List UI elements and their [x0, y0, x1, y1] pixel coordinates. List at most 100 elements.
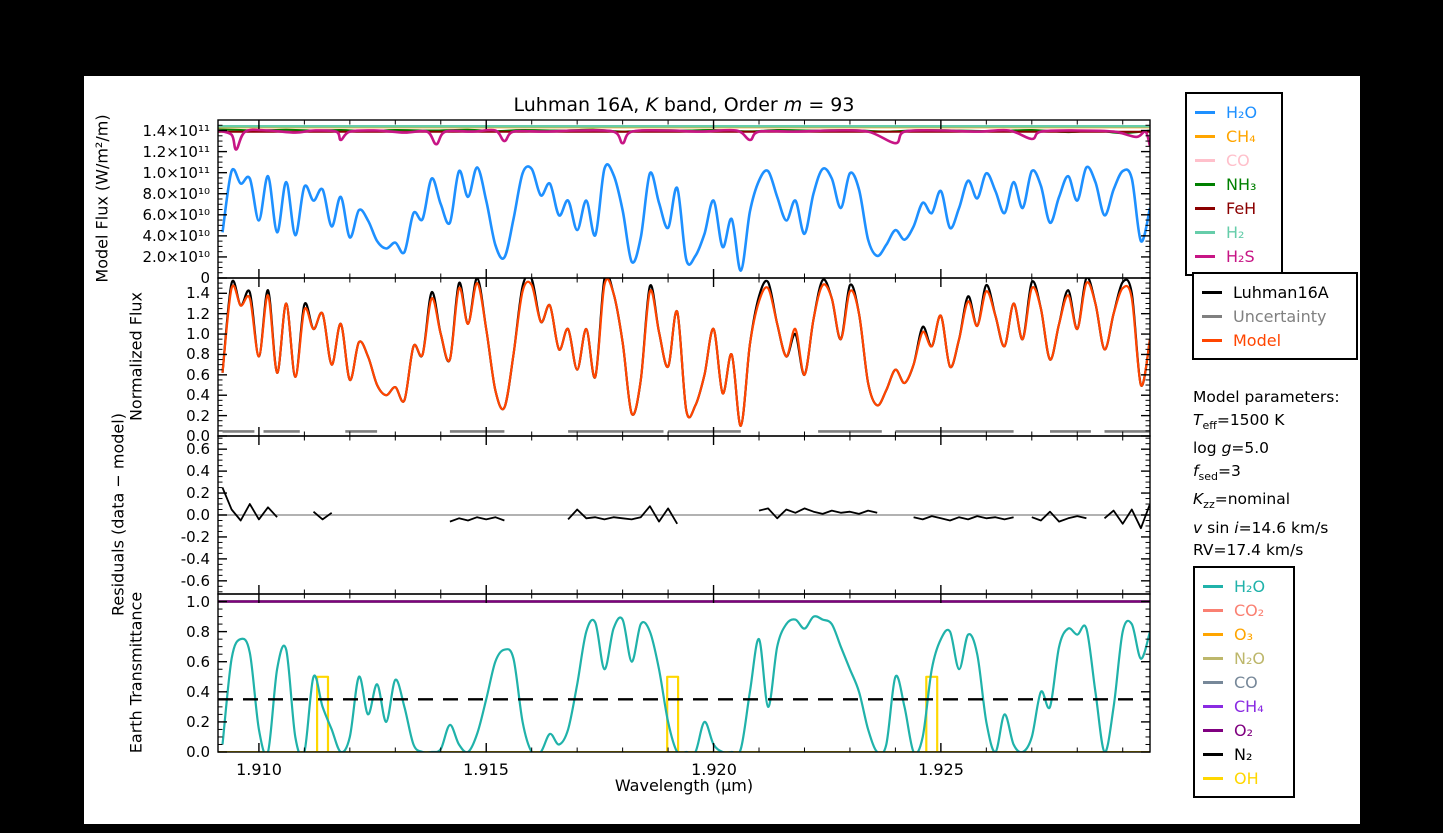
params-vsini: v sin i=14.6 km/s [1193, 518, 1329, 537]
legend-label: Luhman16A [1233, 282, 1329, 302]
legend-label: O₂ [1234, 720, 1254, 740]
ytick-label-model-flux: 1.0×10¹¹ [142, 164, 210, 182]
ytick-label-residuals: 0.2 [186, 484, 210, 502]
series-normalized-flux-Model [221, 278, 1150, 427]
legend-line-sample [1195, 110, 1215, 114]
legend-line-sample [1203, 632, 1223, 636]
legend-species-item-2: CO [1195, 148, 1273, 172]
ytick-label-normalized-flux: 1.4 [186, 284, 210, 302]
ytick-label-normalized-flux: 0.6 [186, 366, 210, 384]
params-heading: Model parameters: [1193, 388, 1340, 406]
legend-label: CO [1226, 150, 1250, 170]
legend-label: OH [1234, 768, 1259, 788]
legend-label: Uncertainty [1233, 306, 1327, 326]
legend-line-sample [1203, 704, 1223, 708]
ytick-label-normalized-flux: 1.2 [186, 305, 210, 323]
ytick-label-model-flux: 8.0×10¹⁰ [142, 185, 210, 203]
legend-telluric: H₂O CO₂ O₃ N₂O CO CH₄ O₂ N₂ OH [1193, 566, 1295, 798]
panel-earth-transmittance [218, 600, 1150, 752]
ytick-label-model-flux: 4.0×10¹⁰ [142, 227, 210, 245]
model-parameters: Model parameters: Teff=1500 K log g=5.0 … [1193, 386, 1340, 595]
ytick-label-normalized-flux: 1.0 [186, 325, 210, 343]
legend-telluric-item-3: N₂O [1203, 646, 1285, 670]
ytick-label-model-flux: 1.4×10¹¹ [142, 122, 210, 140]
params-kzz: Kzz=nominal [1193, 490, 1291, 512]
panel-frame-normalized-flux [217, 277, 1151, 437]
xtick-label: 1.915 [463, 760, 509, 779]
ytick-label-earth-transmittance: 0.4 [186, 683, 210, 701]
params-rv: RV=17.4 km/s [1193, 541, 1304, 560]
legend-line-sample [1203, 608, 1223, 612]
ytick-label-earth-transmittance: 0.6 [186, 653, 210, 671]
legend-line-sample [1203, 680, 1223, 684]
ytick-label-residuals: 0.0 [186, 506, 210, 524]
legend-line-sample [1195, 206, 1215, 210]
ytick-label-earth-transmittance: 0.8 [186, 623, 210, 641]
legend-line-sample [1202, 338, 1222, 342]
legend-data-item-1: Uncertainty [1202, 304, 1348, 328]
params-teff: Teff=1500 K [1193, 410, 1285, 432]
legend-line-sample [1195, 134, 1215, 138]
legend-telluric-item-4: CO [1203, 670, 1285, 694]
legend-line-sample [1203, 752, 1223, 756]
legend-line-sample [1202, 314, 1222, 318]
legend-telluric-item-8: OH [1203, 766, 1285, 790]
legend-species-item-4: FeH [1195, 196, 1273, 220]
figure-canvas: Luhman 16A, K band, Order m = 93 Model F… [84, 76, 1360, 824]
legend-species-item-1: CH₄ [1195, 124, 1273, 148]
legend-telluric-item-5: CH₄ [1203, 694, 1285, 718]
panel-frame-model-flux [217, 119, 1151, 279]
legend-species-item-5: H₂ [1195, 220, 1273, 244]
ytick-label-model-flux: 1.2×10¹¹ [142, 143, 210, 161]
legend-species: H₂O CH₄ CO NH₃ FeH H₂ H₂S [1185, 92, 1283, 276]
ytick-label-normalized-flux: 0.4 [186, 386, 210, 404]
legend-label: H₂O [1226, 102, 1258, 122]
ytick-label-residuals: -0.6 [180, 572, 210, 590]
legend-label: CO₂ [1234, 600, 1265, 620]
ytick-label-residuals: -0.4 [180, 550, 210, 568]
legend-label: O₃ [1234, 624, 1254, 644]
chart-title: Luhman 16A, K band, Order m = 93 [513, 94, 855, 116]
legend-line-sample [1203, 584, 1223, 588]
legend-label: NH₃ [1226, 174, 1257, 194]
xtick-label: 1.910 [236, 760, 282, 779]
series-earth-transmittance-OH [316, 675, 939, 752]
xtick-label: 1.920 [691, 760, 737, 779]
ytick-label-earth-transmittance: 1.0 [186, 593, 210, 611]
ytick-label-earth-transmittance: 0.0 [186, 743, 210, 761]
legend-data-item-0: Luhman16A [1202, 280, 1348, 304]
panel-model-flux [218, 125, 1150, 272]
legend-line-sample [1203, 776, 1223, 780]
legend-label: H₂O [1234, 576, 1266, 596]
params-logg: log g=5.0 [1193, 439, 1270, 458]
legend-label: FeH [1226, 198, 1257, 218]
legend-line-sample [1195, 158, 1215, 162]
series-model-flux-H2O [221, 163, 1150, 272]
legend-line-sample [1202, 290, 1222, 294]
legend-data-item-2: Model [1202, 328, 1348, 352]
params-fsed: fsed=3 [1193, 461, 1241, 483]
legend-line-sample [1195, 230, 1215, 234]
legend-label: CH₄ [1226, 126, 1256, 146]
spectrum-plot-svg [217, 119, 1151, 753]
ytick-label-residuals: -0.2 [180, 528, 210, 546]
legend-label: Model [1233, 330, 1282, 350]
ytick-label-residuals: 0.6 [186, 440, 210, 458]
panel-residuals [218, 487, 1150, 530]
ytick-label-model-flux: 2.0×10¹⁰ [142, 248, 210, 266]
legend-line-sample [1203, 728, 1223, 732]
series-earth-transmittance-H2O [221, 615, 1150, 752]
legend-label: H₂ [1226, 222, 1245, 242]
series-residuals-residual [221, 487, 1150, 530]
legend-data: Luhman16A Uncertainty Model [1192, 272, 1358, 360]
legend-telluric-item-0: H₂O [1203, 574, 1285, 598]
legend-telluric-item-1: CO₂ [1203, 598, 1285, 622]
legend-label: CO [1234, 672, 1258, 692]
legend-species-item-6: H₂S [1195, 244, 1273, 268]
legend-telluric-item-2: O₃ [1203, 622, 1285, 646]
legend-species-item-3: NH₃ [1195, 172, 1273, 196]
ytick-label-model-flux: 6.0×10¹⁰ [142, 206, 210, 224]
legend-label: H₂S [1226, 246, 1255, 266]
legend-telluric-item-7: N₂ [1203, 742, 1285, 766]
legend-line-sample [1195, 182, 1215, 186]
